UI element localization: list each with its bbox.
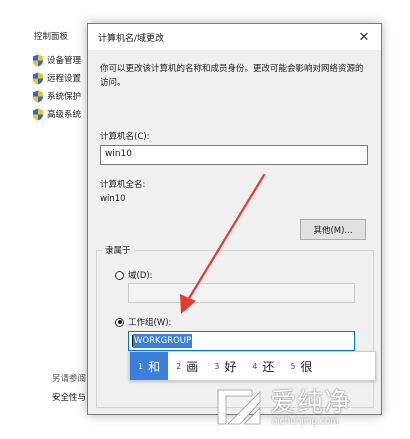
candidate-number: 2 [176, 361, 182, 371]
link-device-manager[interactable]: 设备管理 [32, 52, 81, 68]
candidate-char: 还 [262, 359, 275, 374]
computer-name-label: 计算机名(C): [100, 132, 150, 142]
computer-name-input[interactable]: win10 [100, 145, 368, 165]
member-of-label: 隶属于 [102, 244, 134, 256]
close-icon[interactable]: ✕ [355, 28, 373, 46]
link-label: 远程设置 [47, 74, 82, 84]
ime-candidate[interactable]: 5 很 [282, 352, 320, 380]
ime-candidate[interactable]: 4 还 [244, 352, 282, 380]
domain-radio-circle[interactable] [115, 270, 124, 280]
workgroup-radio-circle[interactable] [115, 317, 124, 327]
link-remote-settings[interactable]: 远程设置 [32, 70, 81, 86]
control-panel-title: 控制面板 [34, 32, 69, 42]
full-name-value: win10 [100, 194, 126, 204]
candidate-char: 画 [186, 359, 199, 374]
dialog-titlebar: 计算机名/域更改 ✕ [88, 24, 381, 50]
workgroup-selected-text: WORKGROUP [133, 334, 193, 348]
domain-radio[interactable]: 域(D): [115, 269, 153, 281]
shield-icon [33, 108, 43, 120]
link-security[interactable]: 安全性与 [52, 391, 86, 403]
link-label: 系统保护 [47, 92, 82, 102]
link-advanced-system[interactable]: 高级系统 [32, 106, 81, 122]
shield-icon [33, 54, 43, 66]
workgroup-label: 工作组(W): [128, 318, 172, 328]
candidate-number: 5 [290, 361, 296, 371]
candidate-number: 4 [252, 361, 258, 371]
domain-label: 域(D): [128, 271, 153, 281]
ime-candidate[interactable]: 2 画 [168, 352, 206, 380]
more-button[interactable]: 其他(M)... [300, 219, 366, 240]
link-system-protection[interactable]: 系统保护 [32, 88, 81, 104]
candidate-number: 3 [214, 361, 220, 371]
ime-candidate[interactable]: 1 和 [130, 352, 169, 380]
watermark-text: 爱纯净 [270, 388, 352, 418]
link-label: 设备管理 [47, 56, 82, 66]
full-name-label: 计算机全名: [100, 180, 146, 190]
candidate-char: 好 [224, 359, 237, 374]
control-panel-background: 控制面板 设备管理 远程设置 系统保护 高级系统 另请参阅 安全性与 [0, 0, 96, 439]
watermark-url: aichunjing.com [272, 416, 339, 427]
shield-icon [33, 72, 43, 84]
workgroup-radio[interactable]: 工作组(W): [115, 316, 171, 328]
workgroup-input[interactable]: WORKGROUP [128, 331, 355, 351]
ime-candidate-bar: 1 和 2 画 3 好 4 还 5 很 [129, 351, 376, 381]
domain-input[interactable] [128, 283, 355, 303]
watermark: 爱纯净 aichunjing.com [214, 380, 406, 436]
see-also-label: 另请参阅 [52, 374, 87, 384]
ime-candidate[interactable]: 3 好 [206, 352, 244, 380]
link-label: 高级系统 [47, 110, 82, 120]
watermark-logo-icon [217, 389, 261, 425]
candidate-char: 和 [148, 359, 161, 374]
candidate-char: 很 [300, 359, 313, 374]
dialog-description: 你可以更改该计算机的名称和成员身份。更改可能会影响对网络资源的访问。 [100, 64, 364, 88]
candidate-number: 1 [138, 361, 144, 371]
shield-icon [33, 90, 43, 102]
dialog-title: 计算机名/域更改 [98, 33, 165, 44]
